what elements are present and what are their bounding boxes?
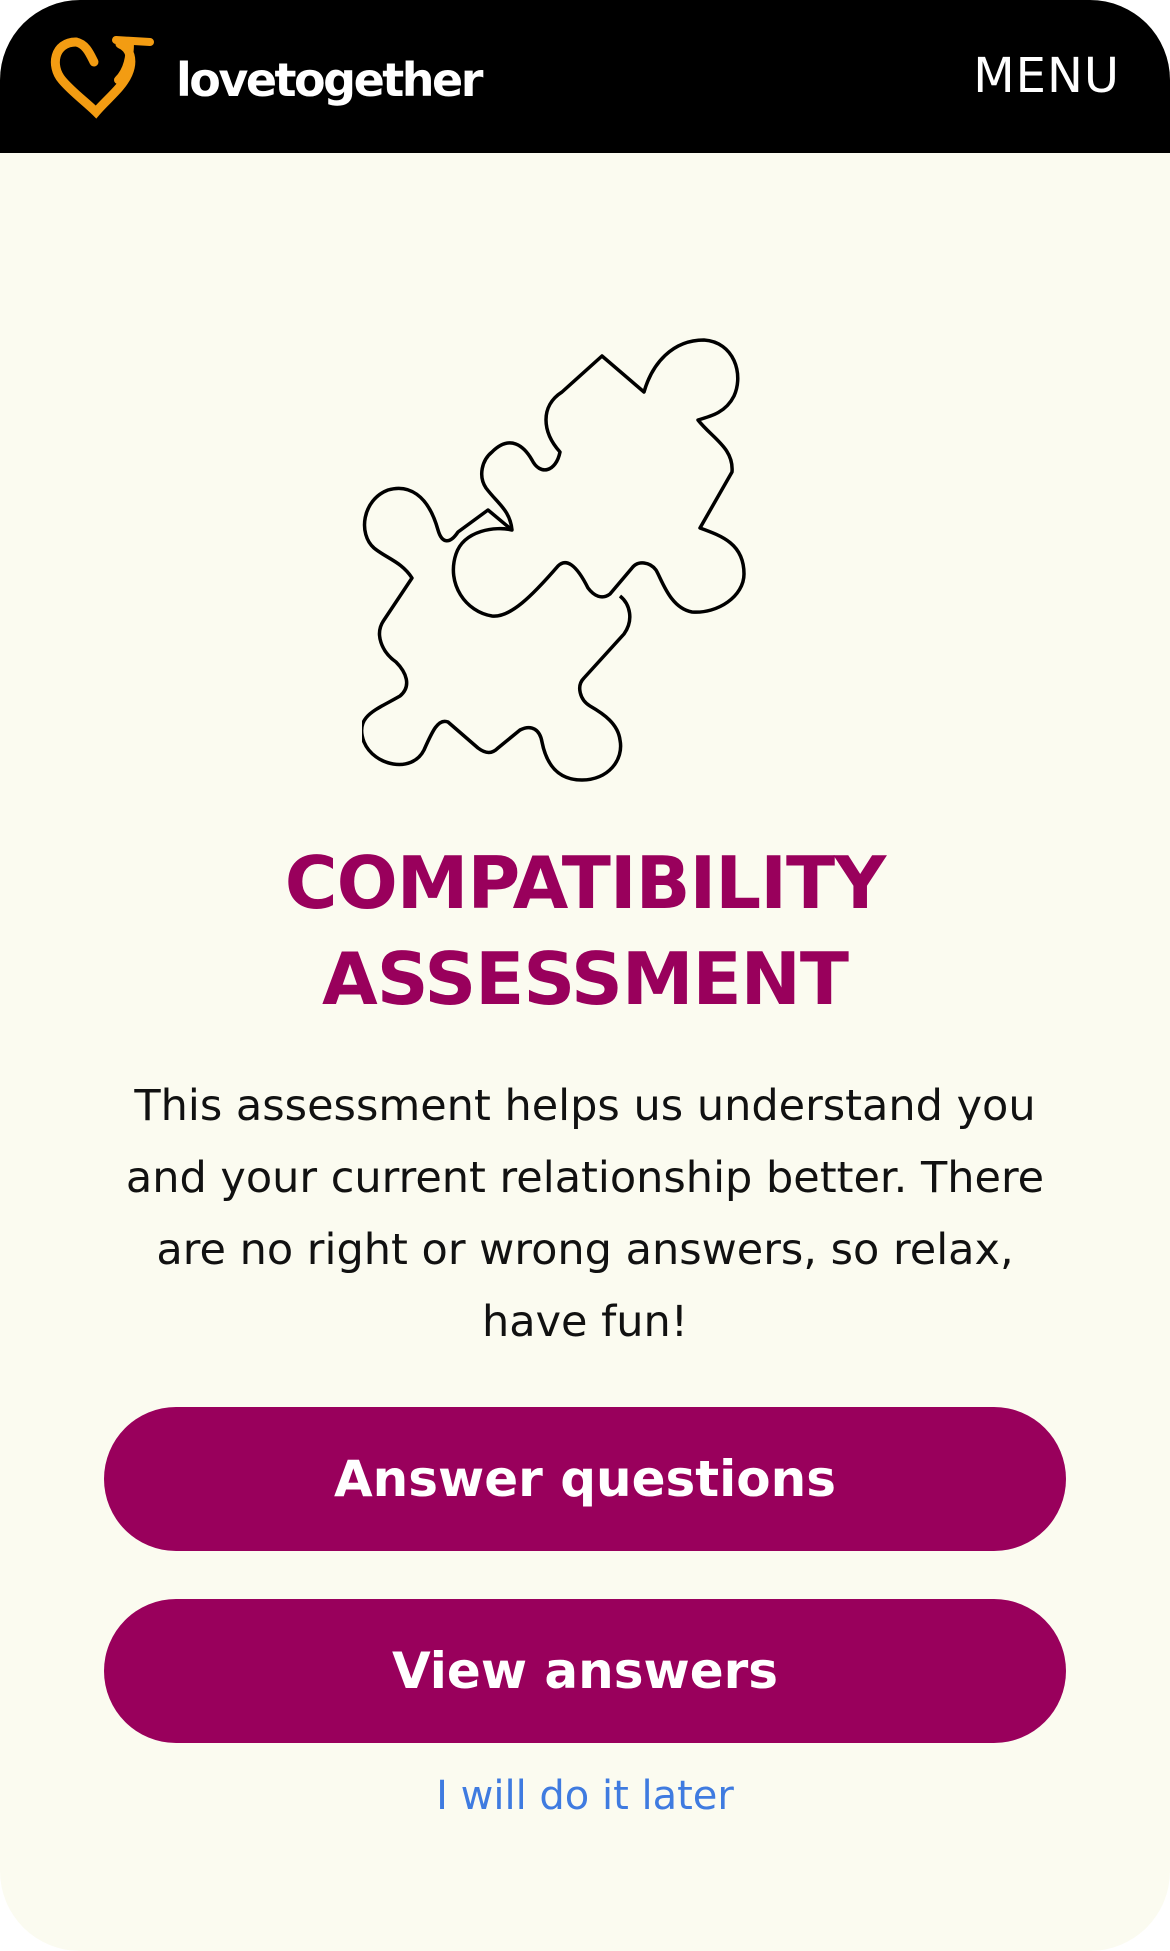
app-screen: lovetogether MENU COMPATIBILITY ASSESSME… xyxy=(0,0,1170,1951)
do-it-later-link[interactable]: I will do it later xyxy=(0,1770,1170,1822)
menu-button[interactable]: MENU xyxy=(973,46,1120,106)
brand-name: lovetogether xyxy=(176,53,483,107)
page-title: COMPATIBILITY ASSESSMENT xyxy=(0,835,1170,1027)
puzzle-pieces-icon xyxy=(362,338,746,782)
top-navigation-bar: lovetogether MENU xyxy=(0,0,1170,153)
answer-questions-button[interactable]: Answer questions xyxy=(104,1407,1066,1551)
view-answers-button[interactable]: View answers xyxy=(104,1599,1066,1743)
title-line-1: COMPATIBILITY xyxy=(284,841,886,925)
description-text: This assessment helps us understand you … xyxy=(125,1081,1045,1347)
heart-arrow-icon[interactable] xyxy=(46,36,154,120)
title-line-2: ASSESSMENT xyxy=(321,937,849,1021)
